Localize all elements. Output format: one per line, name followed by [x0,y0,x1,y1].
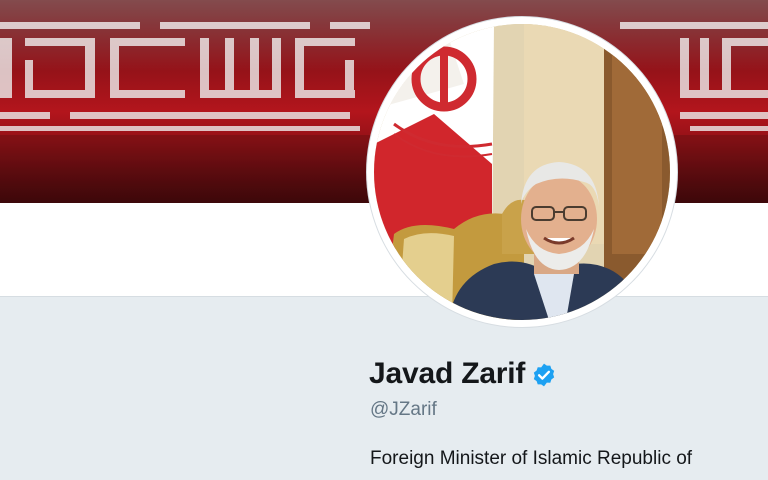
profile-handle: @JZarif [370,399,437,420]
avatar-photo [374,24,670,320]
profile-bio: Foreign Minister of Islamic Republic of [370,448,693,469]
profile-photo-icon [374,24,670,320]
verified-badge-icon [531,362,557,388]
display-name-text: Javad Zarif [369,357,526,390]
profile-avatar[interactable] [367,17,677,327]
profile-page: Javad Zarif @JZarif Foreign Minister of … [0,0,768,480]
profile-display-name: Javad Zarif [369,357,557,391]
